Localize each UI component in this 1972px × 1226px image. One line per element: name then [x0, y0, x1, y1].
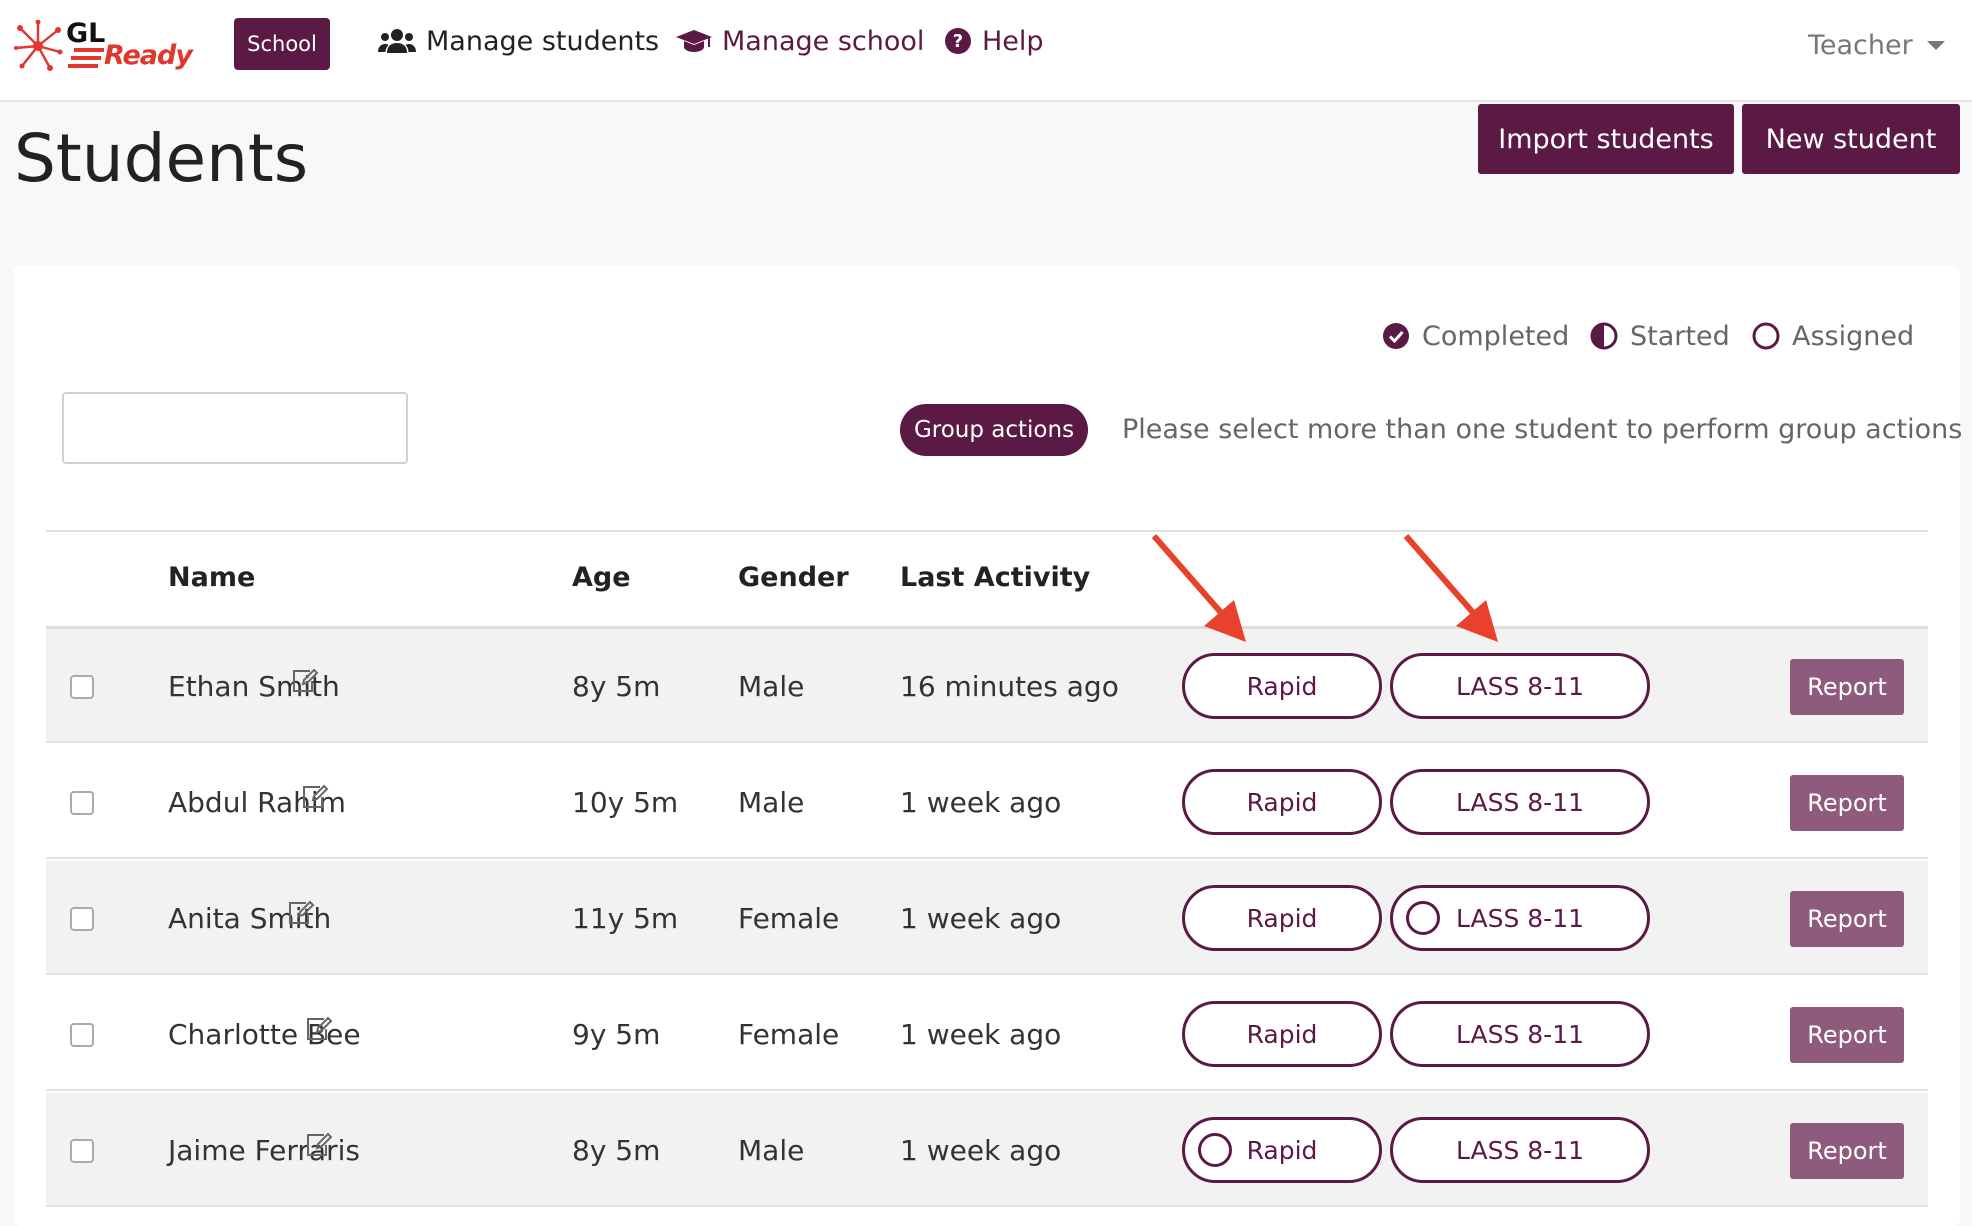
nav-manage-students[interactable]: Manage students	[378, 20, 659, 62]
graduation-cap-icon	[676, 30, 712, 52]
student-gender: Female	[738, 1018, 840, 1051]
test-lass-button[interactable]: LASS 8-11	[1390, 769, 1650, 835]
table-row: Abdul Rahim 10y 5m Male 1 week ago Rapid…	[46, 745, 1928, 859]
row-select-checkbox[interactable]	[70, 1023, 94, 1047]
test-rapid-button[interactable]: Rapid	[1182, 653, 1382, 719]
column-header-gender: Gender	[738, 562, 849, 593]
student-gender: Male	[738, 670, 805, 703]
question-circle-icon: ?	[945, 28, 971, 54]
edit-icon[interactable]	[304, 1131, 334, 1159]
table-row: Anita Smith 11y 5m Female 1 week ago Rap…	[46, 861, 1928, 975]
edit-icon[interactable]	[286, 899, 316, 927]
test-label: LASS 8-11	[1455, 1019, 1585, 1049]
student-age: 8y 5m	[572, 670, 661, 703]
half-circle-icon	[1590, 322, 1618, 350]
student-gender: Female	[738, 902, 840, 935]
svg-text:?: ?	[953, 31, 963, 52]
users-icon	[378, 29, 416, 53]
test-lass-button[interactable]: LASS 8-11	[1390, 1117, 1650, 1183]
nav-manage-school-label: Manage school	[722, 25, 925, 57]
new-student-button[interactable]: New student	[1742, 104, 1960, 174]
student-last-activity: 1 week ago	[900, 786, 1062, 819]
logo-ready-text: Ready	[104, 40, 193, 71]
school-badge[interactable]: School	[234, 18, 330, 70]
legend-assigned: Assigned	[1752, 316, 1914, 356]
legend-completed: Completed	[1382, 316, 1569, 356]
legend-started: Started	[1590, 316, 1730, 356]
test-lass-button[interactable]: LASS 8-11	[1390, 885, 1650, 951]
student-age: 9y 5m	[572, 1018, 661, 1051]
column-header-last-activity: Last Activity	[900, 562, 1091, 593]
test-lass-button[interactable]: LASS 8-11	[1390, 1001, 1650, 1067]
test-label: Rapid	[1246, 903, 1318, 933]
student-age: 10y 5m	[572, 786, 679, 819]
table-row: Ethan Smith 8y 5m Male 16 minutes ago Ra…	[46, 629, 1928, 743]
test-rapid-button[interactable]: Rapid	[1182, 1001, 1382, 1067]
report-button[interactable]: Report	[1790, 1007, 1904, 1063]
student-gender: Male	[738, 786, 805, 819]
edit-icon[interactable]	[304, 1015, 334, 1043]
user-menu-label: Teacher	[1808, 29, 1913, 61]
test-label: Rapid	[1246, 787, 1318, 817]
test-label: Rapid	[1246, 1135, 1318, 1165]
empty-circle-icon	[1752, 322, 1780, 350]
spark-logo-icon	[14, 20, 63, 71]
edit-icon[interactable]	[300, 783, 330, 811]
row-select-checkbox[interactable]	[70, 1139, 94, 1163]
report-button[interactable]: Report	[1790, 1123, 1904, 1179]
row-select-checkbox[interactable]	[70, 907, 94, 931]
student-last-activity: 16 minutes ago	[900, 670, 1119, 703]
user-menu-dropdown[interactable]: Teacher	[1808, 24, 1945, 66]
report-button[interactable]: Report	[1790, 659, 1904, 715]
column-header-age: Age	[572, 562, 631, 593]
nav-help[interactable]: ? Help	[944, 20, 1044, 62]
row-select-checkbox[interactable]	[70, 791, 94, 815]
student-gender: Male	[738, 1134, 805, 1167]
test-rapid-button[interactable]: Rapid	[1182, 1117, 1382, 1183]
test-lass-button[interactable]: LASS 8-11	[1390, 653, 1650, 719]
legend-completed-label: Completed	[1422, 320, 1570, 352]
nav-manage-school[interactable]: Manage school	[676, 20, 924, 62]
student-last-activity: 1 week ago	[900, 902, 1062, 935]
row-select-checkbox[interactable]	[70, 675, 94, 699]
test-label: LASS 8-11	[1455, 1135, 1585, 1165]
student-age: 11y 5m	[572, 902, 679, 935]
report-button[interactable]: Report	[1790, 775, 1904, 831]
test-label: LASS 8-11	[1455, 903, 1585, 933]
group-actions-button[interactable]: Group actions	[900, 404, 1088, 456]
legend-assigned-label: Assigned	[1792, 320, 1915, 352]
test-label: Rapid	[1246, 671, 1318, 701]
top-navbar: GL Ready School Manage students Manage s…	[0, 0, 1972, 102]
edit-icon[interactable]	[290, 667, 320, 695]
test-label: LASS 8-11	[1455, 787, 1585, 817]
page-title: Students	[14, 120, 309, 197]
table-row: Jaime Ferraris 8y 5m Male 1 week ago Rap…	[46, 1093, 1928, 1207]
assigned-status-icon	[1406, 901, 1440, 935]
caret-down-icon	[1926, 40, 1945, 50]
test-label: LASS 8-11	[1455, 671, 1585, 701]
logo-gl-text: GL	[66, 18, 106, 49]
red-arrow-icon	[1403, 534, 1498, 642]
student-last-activity: 1 week ago	[900, 1018, 1062, 1051]
test-rapid-button[interactable]: Rapid	[1182, 885, 1382, 951]
import-students-button[interactable]: Import students	[1478, 104, 1734, 174]
gl-ready-logo[interactable]: GL Ready	[14, 18, 194, 78]
assigned-status-icon	[1198, 1133, 1232, 1167]
test-rapid-button[interactable]: Rapid	[1182, 769, 1382, 835]
student-age: 8y 5m	[572, 1134, 661, 1167]
column-header-name: Name	[168, 562, 256, 593]
nav-manage-students-label: Manage students	[426, 25, 660, 57]
table-top-divider	[46, 530, 1928, 532]
group-actions-hint: Please select more than one student to p…	[1122, 414, 1963, 445]
table-row: Charlotte Bee 9y 5m Female 1 week ago Ra…	[46, 977, 1928, 1091]
report-button[interactable]: Report	[1790, 891, 1904, 947]
student-last-activity: 1 week ago	[900, 1134, 1062, 1167]
logo-stripes	[68, 48, 104, 68]
check-circle-icon	[1383, 323, 1409, 349]
test-label: Rapid	[1246, 1019, 1318, 1049]
nav-help-label: Help	[982, 25, 1044, 57]
legend-started-label: Started	[1630, 320, 1730, 352]
search-input[interactable]	[62, 392, 408, 464]
red-arrow-icon	[1151, 534, 1246, 642]
